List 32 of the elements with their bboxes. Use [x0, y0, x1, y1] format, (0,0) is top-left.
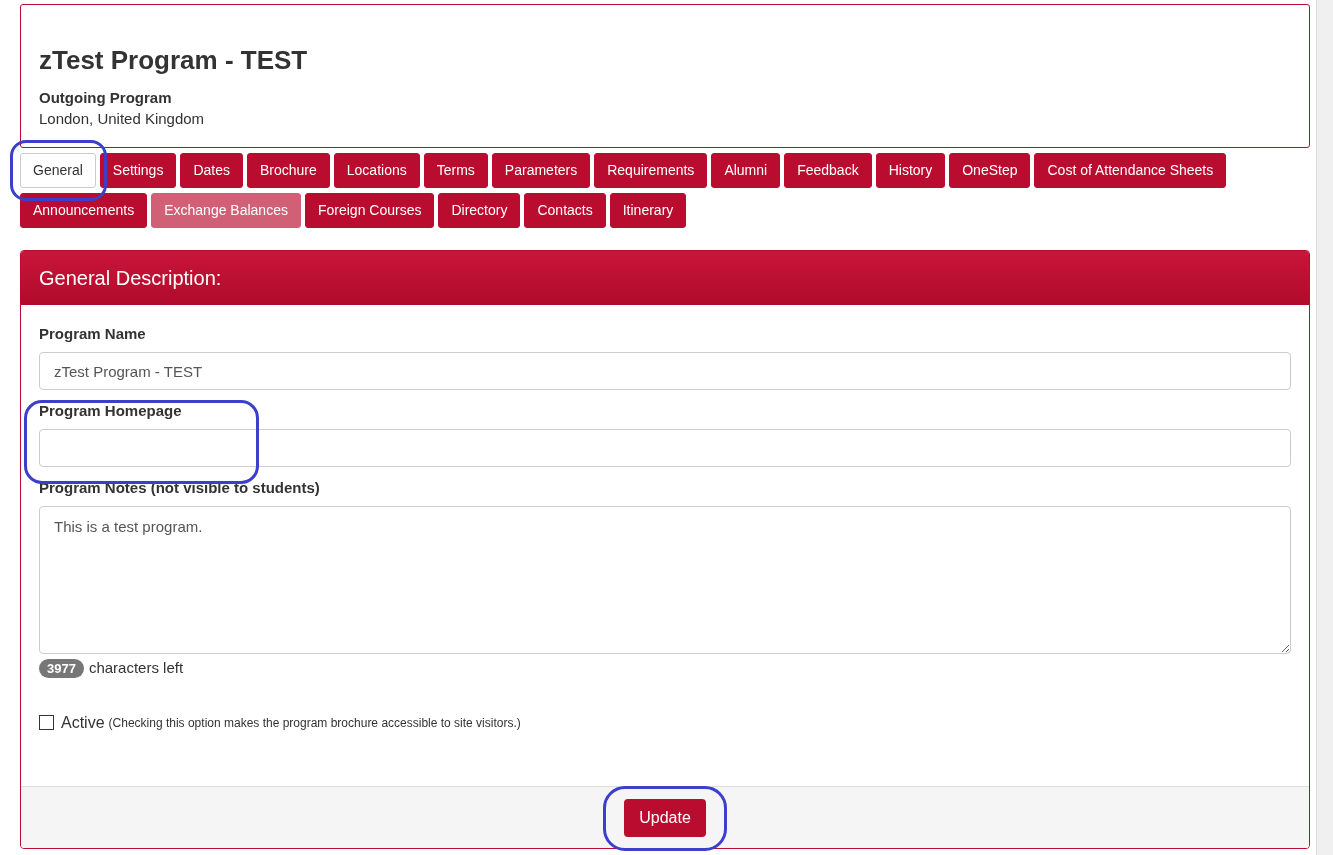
tab[interactable]: Locations: [333, 153, 420, 188]
tab[interactable]: Terms: [423, 153, 488, 188]
tab[interactable]: Feedback: [784, 153, 872, 188]
field-label: Program Homepage: [39, 401, 183, 421]
program-location: London, United Kingdom: [39, 109, 206, 129]
tab[interactable]: Foreign Courses: [304, 193, 435, 228]
program-title: zTest Program - TEST: [39, 45, 309, 75]
tab[interactable]: Dates: [180, 153, 243, 188]
tab[interactable]: Cost of Attendance Sheets: [1034, 153, 1227, 188]
program-type: Outgoing Program: [39, 88, 173, 108]
tab[interactable]: Settings: [99, 153, 177, 188]
update-button[interactable]: Update: [624, 798, 706, 837]
tab[interactable]: Parameters: [491, 153, 591, 188]
tab[interactable]: OneStep: [949, 153, 1031, 188]
panel-title: General Description:: [39, 266, 222, 291]
active-checkbox[interactable]: [39, 715, 54, 730]
count-badge: 3977: [39, 658, 84, 678]
tab[interactable]: Itinerary: [609, 193, 687, 228]
tab[interactable]: Announcements: [20, 193, 148, 228]
active-hint: (Checking this option makes the program brochure accessible to site visitors.): [108, 714, 521, 732]
tab[interactable]: History: [875, 153, 946, 188]
field-label: Program Name: [39, 324, 147, 344]
tab[interactable]: General: [20, 153, 96, 188]
active-label: Active: [61, 712, 105, 733]
notes-textarea[interactable]: This is a test program.: [39, 506, 1291, 654]
tab[interactable]: Alumni: [711, 153, 781, 188]
tab[interactable]: Contacts: [524, 193, 606, 228]
tab[interactable]: Brochure: [247, 153, 330, 188]
tab[interactable]: Directory: [438, 193, 521, 228]
characters-left-text: characters left: [88, 658, 184, 678]
input-field[interactable]: zTest Program - TEST: [39, 352, 1291, 390]
tab[interactable]: Requirements: [594, 153, 708, 188]
